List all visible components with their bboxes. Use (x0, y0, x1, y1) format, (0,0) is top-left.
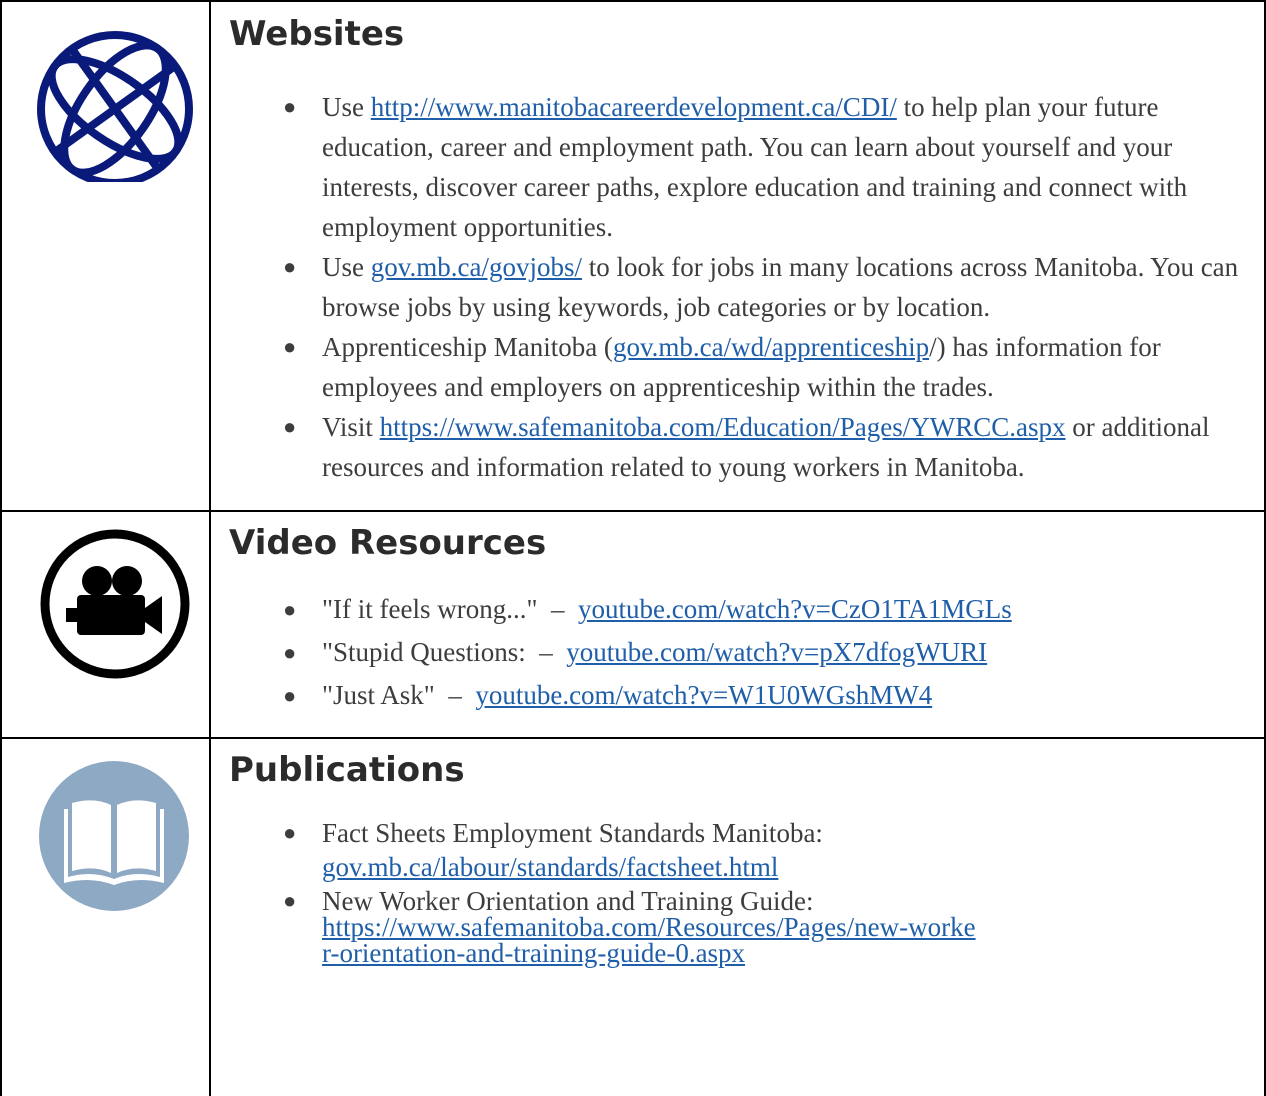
bullet-icon: ● (283, 254, 297, 279)
section-title-websites: Websites (229, 14, 405, 54)
resource-table: Websites ● Use http://www.manitobacareerd… (0, 0, 1266, 1096)
section-title-videos: Video Resources (229, 523, 547, 563)
videos-icon-cell (2, 512, 210, 737)
bullet-icon: ● (283, 640, 297, 665)
websites-icon-cell (2, 2, 210, 510)
link-new-worker-guide[interactable]: https://www.safemanitoba.com/Resources/P… (322, 914, 982, 967)
websites-list: ● Use http://www.manitobacareerdevelopmen… (229, 87, 1259, 487)
bullet-icon: ● (283, 888, 297, 913)
bullet-icon: ● (283, 414, 297, 439)
link-apprenticeship[interactable]: gov.mb.ca/wd/apprenticeship (613, 332, 929, 362)
list-item: ● "Stupid Questions: – youtube.com/watch?… (229, 631, 1259, 674)
publications-icon-cell (2, 739, 210, 1096)
list-item: ● Use gov.mb.ca/govjobs/ to look for jobs… (229, 247, 1259, 327)
link-govjobs[interactable]: gov.mb.ca/govjobs/ (371, 252, 582, 282)
list-item: ● Visit https://www.safemanitoba.com/Educ… (229, 407, 1259, 487)
link-factsheets[interactable]: gov.mb.ca/labour/standards/factsheet.htm… (322, 852, 778, 882)
bullet-icon: ● (283, 94, 297, 119)
bullet-icon: ● (283, 334, 297, 359)
list-item: ● "Just Ask" – youtube.com/watch?v=W1U0WG… (229, 674, 1259, 717)
bullet-icon: ● (283, 683, 297, 708)
link-video-stupid-questions[interactable]: youtube.com/watch?v=pX7dfogWURI (566, 637, 987, 667)
link-video-just-ask[interactable]: youtube.com/watch?v=W1U0WGshMW4 (475, 680, 932, 710)
bullet-icon: ● (283, 820, 297, 845)
list-item: ● Use http://www.manitobacareerdevelopmen… (229, 87, 1259, 247)
link-safemanitoba-ywrcc[interactable]: https://www.safemanitoba.com/Education/P… (380, 412, 1066, 442)
open-book-icon (39, 761, 189, 911)
list-item: ● "If it feels wrong..." – youtube.com/wa… (229, 588, 1259, 631)
websites-section: Websites ● Use http://www.manitobacareerd… (229, 12, 1259, 487)
list-item: ● New Worker Orientation and Training Gui… (229, 888, 1259, 967)
section-title-publications: Publications (229, 750, 465, 790)
list-item: ● Fact Sheets Employment Standards Manito… (283, 818, 823, 882)
publications-section: Publications ● Fact Sheets Employment Sta… (229, 748, 1259, 967)
list-item: ● Apprenticeship Manitoba (gov.mb.ca/wd/a… (229, 327, 1259, 407)
publications-list: ● Fact Sheets Employment Standards Manito… (229, 816, 1259, 967)
videos-list: ● "If it feels wrong..." – youtube.com/wa… (229, 588, 1259, 717)
link-career-development[interactable]: http://www.manitobacareerdevelopment.ca/… (371, 92, 897, 122)
videos-section: Video Resources ● "If it feels wrong..." … (229, 521, 1259, 717)
bullet-icon: ● (283, 597, 297, 622)
video-camera-icon (40, 529, 190, 679)
globe-icon (37, 31, 193, 194)
link-video-if-it-feels-wrong[interactable]: youtube.com/watch?v=CzO1TA1MGLs (578, 594, 1012, 624)
